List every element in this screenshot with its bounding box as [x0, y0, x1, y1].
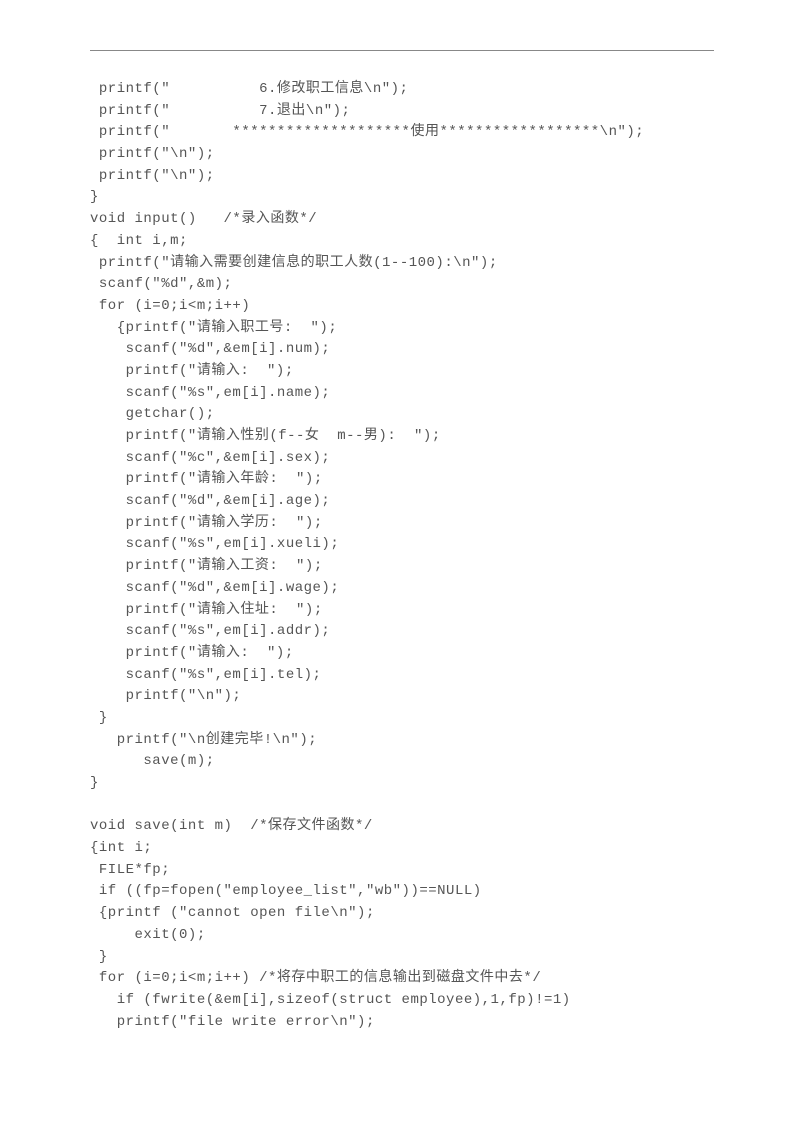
code-line: printf("请输入住址: "); [90, 600, 714, 622]
code-line: {int i; [90, 838, 714, 860]
code-line: void input() /*录入函数*/ [90, 209, 714, 231]
code-line: scanf("%s",em[i].addr); [90, 621, 714, 643]
code-line: getchar(); [90, 404, 714, 426]
code-line: printf("请输入: "); [90, 643, 714, 665]
code-line: } [90, 947, 714, 969]
code-line: scanf("%d",&em[i].age); [90, 491, 714, 513]
code-line: printf("请输入: "); [90, 361, 714, 383]
code-line: printf(" 6.修改职工信息\n"); [90, 79, 714, 101]
code-line: scanf("%d",&m); [90, 274, 714, 296]
code-line: printf(" 7.退出\n"); [90, 101, 714, 123]
code-line: printf("请输入年龄: "); [90, 469, 714, 491]
code-line: printf("请输入学历: "); [90, 513, 714, 535]
code-line: scanf("%c",&em[i].sex); [90, 448, 714, 470]
code-line: } [90, 773, 714, 795]
code-line: printf("\n"); [90, 686, 714, 708]
code-block: printf(" 6.修改职工信息\n"); printf(" 7.退出\n")… [90, 79, 714, 1033]
code-line: scanf("%d",&em[i].num); [90, 339, 714, 361]
code-line: exit(0); [90, 925, 714, 947]
code-line: for (i=0;i<m;i++) /*将存中职工的信息输出到磁盘文件中去*/ [90, 968, 714, 990]
code-line: FILE*fp; [90, 860, 714, 882]
code-line: {printf ("cannot open file\n"); [90, 903, 714, 925]
code-line: printf("\n"); [90, 166, 714, 188]
code-line: printf("请输入性别(f--女 m--男): "); [90, 426, 714, 448]
code-line: save(m); [90, 751, 714, 773]
code-line: printf("请输入需要创建信息的职工人数(1--100):\n"); [90, 253, 714, 275]
code-line: printf("\n创建完毕!\n"); [90, 730, 714, 752]
code-line: {printf("请输入职工号: "); [90, 318, 714, 340]
code-line: for (i=0;i<m;i++) [90, 296, 714, 318]
code-line: scanf("%s",em[i].name); [90, 383, 714, 405]
code-line: printf("请输入工资: "); [90, 556, 714, 578]
code-line: } [90, 187, 714, 209]
code-line: } [90, 708, 714, 730]
document-page: printf(" 6.修改职工信息\n"); printf(" 7.退出\n")… [0, 0, 804, 1137]
code-line: printf("\n"); [90, 144, 714, 166]
code-line: printf(" ********************使用*********… [90, 122, 714, 144]
code-line: scanf("%s",em[i].xueli); [90, 534, 714, 556]
code-line: void save(int m) /*保存文件函数*/ [90, 816, 714, 838]
code-line [90, 795, 714, 817]
code-line: scanf("%s",em[i].tel); [90, 665, 714, 687]
top-divider [90, 50, 714, 51]
code-line: { int i,m; [90, 231, 714, 253]
code-line: printf("file write error\n"); [90, 1012, 714, 1034]
code-line: if ((fp=fopen("employee_list","wb"))==NU… [90, 881, 714, 903]
code-line: scanf("%d",&em[i].wage); [90, 578, 714, 600]
code-line: if (fwrite(&em[i],sizeof(struct employee… [90, 990, 714, 1012]
